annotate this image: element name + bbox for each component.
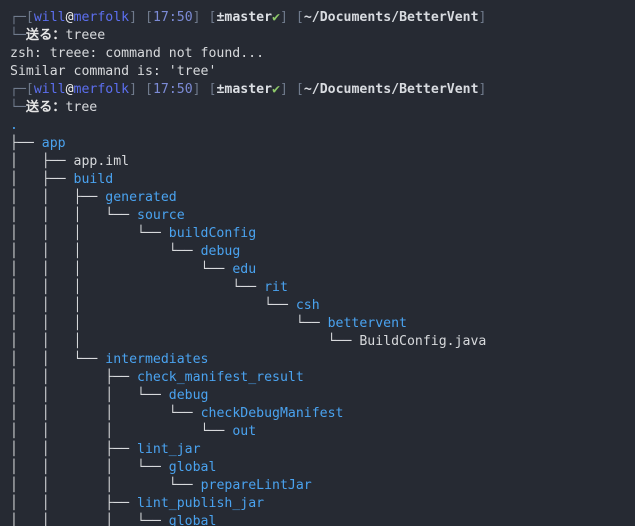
tree-row: │ │ │ └── rit bbox=[0, 279, 635, 297]
prompt-time: 17:50 bbox=[152, 10, 193, 25]
command-line: └─送る：tree bbox=[10, 100, 98, 115]
prompt-user: will bbox=[33, 10, 66, 25]
tree-directory: debug bbox=[200, 244, 241, 259]
check-icon: ✔ bbox=[272, 10, 281, 25]
tree-row: │ │ │ └── csh bbox=[0, 297, 635, 315]
tree-directory: csh bbox=[295, 298, 320, 313]
tree-guide: │ │ ├── bbox=[10, 190, 106, 205]
prompt-line: ┌─[will@merfolk] [17:50] [±master✔] [~/D… bbox=[10, 10, 487, 25]
tree-directory: source bbox=[137, 208, 185, 223]
tree-guide: │ │ │ └── bbox=[10, 514, 169, 526]
tree-guide: │ │ │ └── bbox=[10, 244, 201, 259]
tree-guide: │ │ │ └── bbox=[10, 262, 233, 277]
tree-row: │ │ ├── lint_publish_jar bbox=[0, 495, 635, 513]
tree-directory: lint_jar bbox=[137, 442, 201, 457]
tree-directory: out bbox=[232, 424, 257, 439]
tree-file: app.iml bbox=[73, 154, 130, 169]
command-text: tree bbox=[65, 100, 98, 115]
tree-row: │ │ │ └── source bbox=[0, 207, 635, 225]
tree-guide: │ │ ├── bbox=[10, 442, 138, 457]
tree-directory: app bbox=[41, 136, 66, 151]
terminal-window[interactable]: ┌─[will@merfolk] [17:50] [±master✔] [~/D… bbox=[0, 0, 635, 526]
tree-directory: prepareLintJar bbox=[200, 478, 312, 493]
tree-guide: │ ├── bbox=[10, 154, 74, 169]
tree-directory: rit bbox=[264, 280, 288, 295]
git-branch: ±master bbox=[216, 10, 273, 25]
tree-directory: bettervent bbox=[327, 316, 407, 331]
tree-guide: │ │ │ └── bbox=[10, 226, 169, 241]
tree-guide: │ │ │ └── bbox=[10, 280, 265, 295]
prompt-host: merfolk bbox=[73, 10, 130, 25]
tree-directory: generated bbox=[105, 190, 177, 205]
tree-directory: edu bbox=[232, 262, 257, 277]
tree-guide: │ │ │ └── bbox=[10, 208, 138, 223]
prompt-path: ~/Documents/BetterVent bbox=[303, 10, 479, 25]
tree-directory: check_manifest_result bbox=[137, 370, 304, 385]
tree-guide: ├── bbox=[10, 136, 42, 151]
tree-guide: │ │ │ └── bbox=[10, 406, 201, 421]
tree-guide: │ │ │ └── bbox=[10, 388, 169, 403]
tree-directory: lint_publish_jar bbox=[137, 496, 265, 511]
tree-row: │ │ │ └── debug bbox=[0, 387, 635, 405]
tree-row: │ │ │ └── debug bbox=[0, 243, 635, 261]
command-line: └─送る：treee bbox=[10, 28, 106, 43]
prompt-host: merfolk bbox=[73, 82, 130, 97]
prompt-time: 17:50 bbox=[152, 82, 193, 97]
tree-directory: checkDebugManifest bbox=[200, 406, 344, 421]
tree-directory: global bbox=[168, 514, 217, 526]
tree-row: │ │ ├── generated bbox=[0, 189, 635, 207]
tree-output: ├── app │ ├── app.iml │ ├── build │ │ ├── g… bbox=[0, 135, 635, 526]
tree-directory: buildConfig bbox=[168, 226, 257, 241]
tree-guide: │ │ ├── bbox=[10, 496, 138, 511]
tree-directory: intermediates bbox=[105, 352, 209, 367]
tree-row: │ │ │ └── prepareLintJar bbox=[0, 477, 635, 495]
tree-guide: │ │ │ └── bbox=[10, 298, 296, 313]
tree-row: │ │ │ └── out bbox=[0, 423, 635, 441]
tree-guide: │ │ │ └── bbox=[10, 424, 233, 439]
tree-guide: │ │ ├── bbox=[10, 370, 138, 385]
tree-row: │ │ └── intermediates bbox=[0, 351, 635, 369]
tree-directory: global bbox=[168, 460, 217, 475]
prompt-user: will bbox=[33, 82, 66, 97]
tree-row: │ ├── build bbox=[0, 171, 635, 189]
prompt-char: 送る： bbox=[25, 28, 66, 43]
output-line: zsh: treee: command not found... bbox=[10, 46, 265, 61]
tree-guide: │ │ └── bbox=[10, 352, 106, 367]
tree-row: │ │ ├── lint_jar bbox=[0, 441, 635, 459]
tree-row: │ │ │ └── BuildConfig.java bbox=[0, 333, 635, 351]
tree-row: │ │ │ └── buildConfig bbox=[0, 225, 635, 243]
tree-row: │ │ │ └── global bbox=[0, 513, 635, 526]
tree-row: │ │ │ └── global bbox=[0, 459, 635, 477]
tree-row: ├── app bbox=[0, 135, 635, 153]
git-branch: ±master bbox=[216, 82, 273, 97]
output-line: Similar command is: 'tree' bbox=[10, 64, 217, 79]
tree-guide: │ ├── bbox=[10, 172, 74, 187]
tree-guide: │ │ │ └── bbox=[10, 334, 360, 349]
command-text: treee bbox=[65, 28, 106, 43]
prompt-path: ~/Documents/BetterVent bbox=[303, 82, 479, 97]
tree-directory: debug bbox=[168, 388, 209, 403]
prompt-line: ┌─[will@merfolk] [17:50] [±master✔] [~/D… bbox=[10, 82, 487, 97]
tree-file: BuildConfig.java bbox=[359, 334, 487, 349]
tree-guide: │ │ │ └── bbox=[10, 460, 169, 475]
prompt-char: 送る： bbox=[25, 100, 66, 115]
tree-row: │ │ ├── check_manifest_result bbox=[0, 369, 635, 387]
tree-guide: │ │ │ └── bbox=[10, 316, 328, 331]
tree-directory: build bbox=[73, 172, 114, 187]
check-icon: ✔ bbox=[272, 82, 281, 97]
tree-row: │ │ │ └── edu bbox=[0, 261, 635, 279]
tree-row: │ ├── app.iml bbox=[0, 153, 635, 171]
tree-row: │ │ │ └── bettervent bbox=[0, 315, 635, 333]
tree-guide: │ │ │ └── bbox=[10, 478, 201, 493]
tree-root: . bbox=[10, 118, 18, 133]
tree-row: │ │ │ └── checkDebugManifest bbox=[0, 405, 635, 423]
